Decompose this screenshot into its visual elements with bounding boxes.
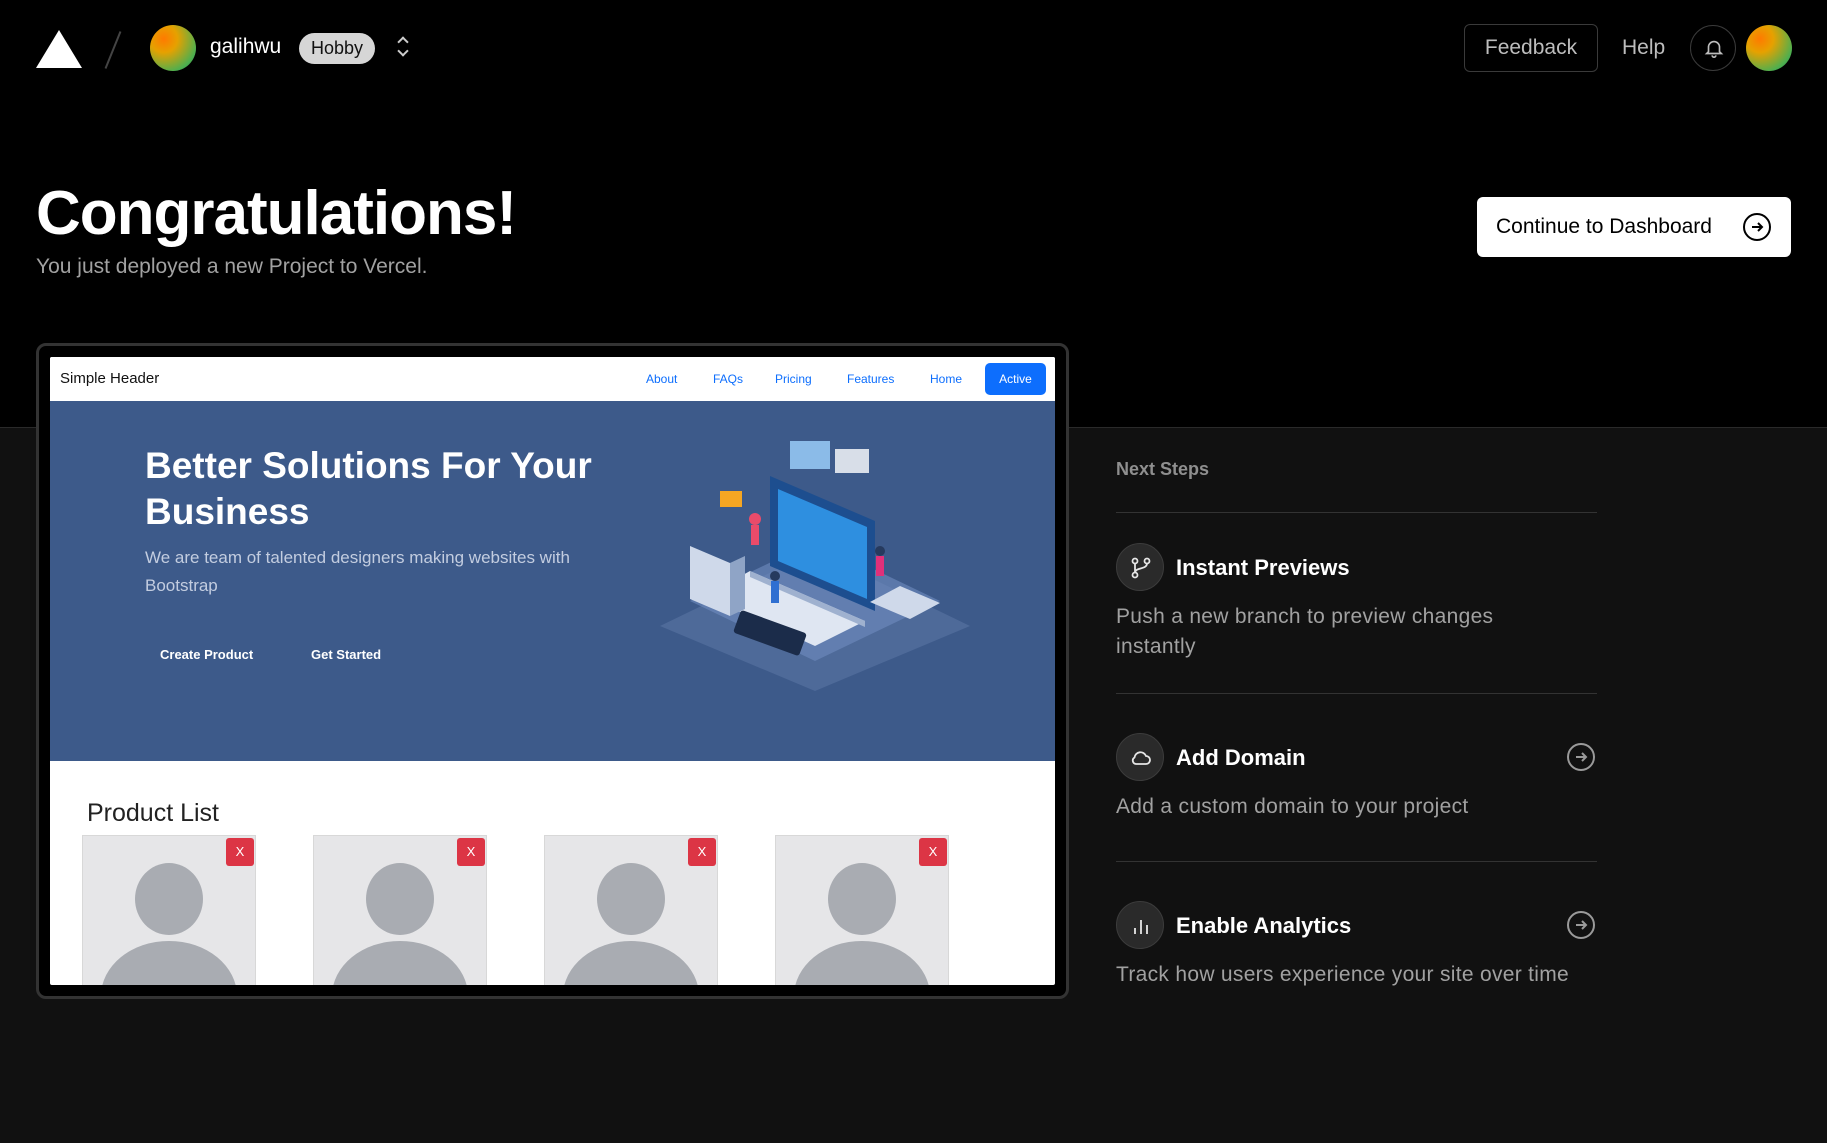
- preview-delete-button: X: [457, 838, 485, 866]
- cloud-icon: [1116, 733, 1164, 781]
- preview-nav-link: Home: [930, 372, 963, 386]
- preview-product-card: X: [775, 835, 949, 985]
- preview-products-title: Product List: [87, 799, 220, 827]
- preview-delete-button: X: [919, 838, 947, 866]
- preview-product-card: X: [82, 835, 256, 985]
- next-steps-title: Next Steps: [1116, 459, 1210, 479]
- preview-nav-active: Active: [985, 363, 1046, 395]
- preview-screenshot: Simple Header About FAQs Pricing Feature…: [50, 357, 1055, 985]
- divider: [1116, 512, 1597, 513]
- preview-create-product: Create Product: [160, 647, 254, 662]
- deployment-preview[interactable]: Simple Header About FAQs Pricing Feature…: [36, 343, 1069, 999]
- step-desc-add-domain: Add a custom domain to your project: [1116, 795, 1469, 818]
- team-name[interactable]: galihwu: [210, 35, 281, 59]
- preview-lead: We are team of talented designers making…: [145, 548, 570, 595]
- help-link[interactable]: Help: [1622, 36, 1665, 60]
- bell-icon: [1704, 40, 1724, 58]
- preview-delete-button: X: [226, 838, 254, 866]
- enable-analytics-arrow-icon[interactable]: [1567, 911, 1595, 939]
- team-avatar[interactable]: [150, 25, 196, 71]
- arrow-right-circle-icon: [1743, 213, 1771, 241]
- continue-to-dashboard-button[interactable]: Continue to Dashboard: [1477, 197, 1791, 257]
- divider: [1116, 861, 1597, 862]
- add-domain-arrow-icon[interactable]: [1567, 743, 1595, 771]
- notifications-button[interactable]: [1690, 25, 1736, 71]
- preview-brand: Simple Header: [60, 370, 160, 387]
- preview-headline: Better Solutions For Your Business: [145, 445, 592, 532]
- preview-product-card: X: [313, 835, 487, 985]
- preview-product-card: X: [544, 835, 718, 985]
- preview-hero: Better Solutions For Your Business We ar…: [50, 401, 1055, 761]
- preview-navbar: Simple Header About FAQs Pricing Feature…: [50, 357, 1055, 401]
- preview-nav-link: About: [646, 372, 678, 386]
- step-title-instant-previews[interactable]: Instant Previews: [1176, 555, 1350, 581]
- plan-badge: Hobby: [299, 33, 376, 64]
- cta-label: Continue to Dashboard: [1496, 215, 1712, 238]
- bar-chart-icon: [1116, 901, 1164, 949]
- top-nav: galihwu Hobby Feedback Help: [0, 0, 1827, 96]
- preview-delete-button: X: [688, 838, 716, 866]
- page-subtitle: You just deployed a new Project to Verce…: [36, 255, 428, 278]
- page-title: Congratulations!: [36, 179, 517, 248]
- separator-slash: [104, 31, 122, 69]
- team-switcher-icon[interactable]: [396, 32, 412, 64]
- git-branch-icon: [1116, 543, 1164, 591]
- preview-nav-link: Features: [847, 372, 895, 386]
- vercel-logo-icon[interactable]: [36, 30, 82, 68]
- feedback-button[interactable]: Feedback: [1464, 24, 1598, 72]
- divider: [1116, 693, 1597, 694]
- step-title-add-domain[interactable]: Add Domain: [1176, 745, 1306, 771]
- preview-nav-link: Pricing: [775, 372, 812, 386]
- preview-get-started: Get Started: [311, 647, 382, 662]
- preview-nav-link: FAQs: [713, 372, 744, 386]
- isometric-illustration: [660, 441, 970, 691]
- step-title-enable-analytics[interactable]: Enable Analytics: [1176, 913, 1351, 939]
- step-desc-instant-previews: Push a new branch to preview changes ins…: [1116, 605, 1494, 658]
- step-desc-enable-analytics: Track how users experience your site ove…: [1116, 963, 1570, 986]
- user-avatar[interactable]: [1746, 25, 1792, 71]
